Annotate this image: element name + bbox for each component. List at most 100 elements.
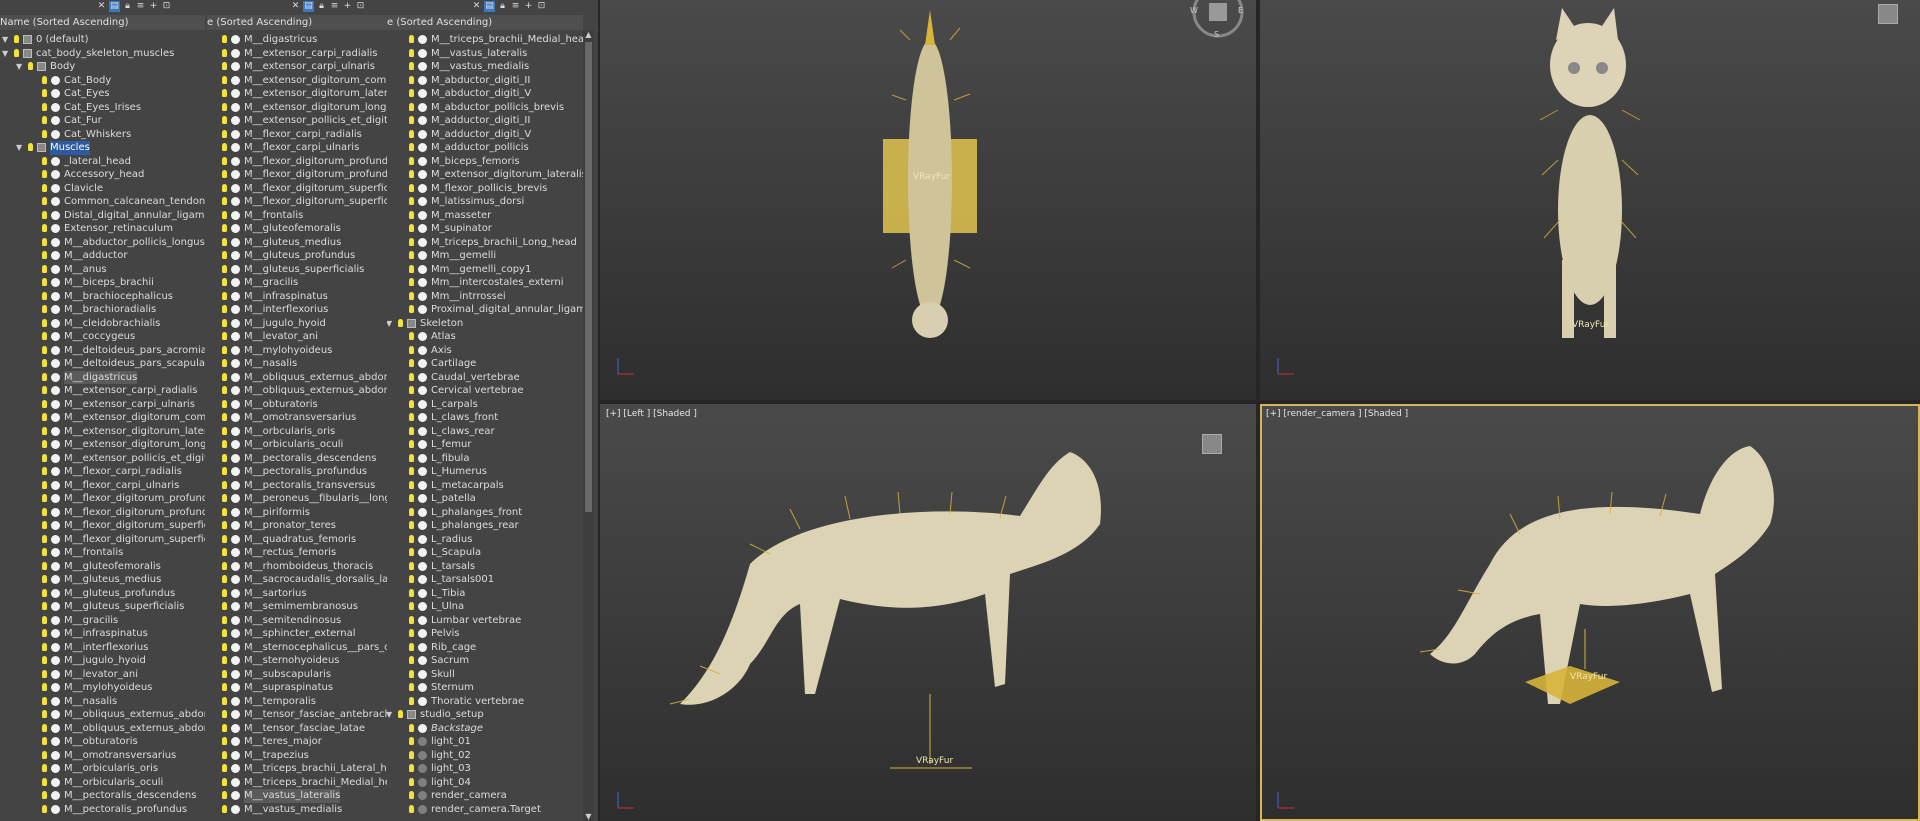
tree-row[interactable]: L_metacarpals — [387, 479, 583, 493]
visibility-bulb-icon[interactable] — [398, 710, 403, 718]
visibility-bulb-icon[interactable] — [42, 318, 47, 327]
visibility-bulb-icon[interactable] — [42, 642, 47, 651]
tree-row[interactable]: M__flexor_digitorum_profundus — [0, 492, 205, 506]
visibility-bulb-icon[interactable] — [409, 62, 414, 70]
visibility-bulb-icon[interactable] — [409, 723, 414, 732]
visibility-bulb-icon[interactable] — [222, 305, 227, 313]
layer-icon[interactable]: ≡ — [329, 1, 340, 12]
tree-row[interactable]: M__sternocephalicus__pars_oc — [207, 641, 387, 655]
tree-row[interactable]: M__gluteofemoralis — [207, 222, 387, 236]
visibility-bulb-icon[interactable] — [409, 656, 414, 664]
column-header[interactable]: e (Sorted Ascending) — [207, 15, 387, 30]
visibility-bulb-icon[interactable] — [409, 129, 414, 138]
tree-row[interactable]: M__nasalis — [0, 695, 205, 709]
tree-row[interactable]: M__tensor_fasciae_latae — [207, 722, 387, 736]
visibility-bulb-icon[interactable] — [409, 575, 414, 583]
visibility-bulb-icon[interactable] — [409, 48, 414, 57]
tree-row[interactable]: render_camera — [387, 789, 583, 803]
visibility-bulb-icon[interactable] — [409, 102, 414, 111]
visibility-bulb-icon[interactable] — [222, 791, 227, 799]
tree-row[interactable]: M_abductor_digiti_II — [387, 74, 583, 88]
tree-row[interactable]: M__biceps_brachii — [0, 276, 205, 290]
tree-row[interactable]: M__brachiocephalicus — [0, 290, 205, 304]
tree-row[interactable]: M__flexor_carpi_radialis — [207, 128, 387, 142]
tree-row[interactable]: Caudal_vertebrae — [387, 371, 583, 385]
tree-row[interactable]: Cat_Whiskers — [0, 128, 205, 142]
tree-row[interactable]: M_biceps_femoris — [387, 155, 583, 169]
visibility-bulb-icon[interactable] — [409, 35, 414, 43]
tree-row[interactable]: M__pronator_teres — [207, 519, 387, 533]
tree-row[interactable]: M__omotransversarius — [0, 749, 205, 763]
visibility-bulb-icon[interactable] — [409, 494, 414, 502]
visibility-bulb-icon[interactable] — [409, 764, 414, 772]
visibility-bulb-icon[interactable] — [42, 588, 47, 597]
visibility-bulb-icon[interactable] — [222, 737, 227, 745]
close-icon[interactable]: ✕ — [290, 1, 301, 12]
visibility-bulb-icon[interactable] — [409, 561, 414, 570]
visibility-bulb-icon[interactable] — [222, 453, 227, 462]
visibility-bulb-icon[interactable] — [222, 561, 227, 570]
tree-row[interactable]: Cat_Fur — [0, 114, 205, 128]
tree-row[interactable]: Rib_cage — [387, 641, 583, 655]
tree-row[interactable]: M__gracilis — [0, 614, 205, 628]
tree-row[interactable]: Mm__intercostales_externi — [387, 276, 583, 290]
visibility-bulb-icon[interactable] — [42, 507, 47, 516]
column-header[interactable]: e (Sorted Ascending) — [387, 15, 583, 30]
visibility-bulb-icon[interactable] — [222, 129, 227, 138]
tree-row[interactable]: L_Scapula — [387, 546, 583, 560]
visibility-bulb-icon[interactable] — [42, 656, 47, 664]
visibility-bulb-icon[interactable] — [42, 480, 47, 489]
visibility-bulb-icon[interactable] — [409, 750, 414, 759]
visibility-bulb-icon[interactable] — [409, 480, 414, 489]
viewport-left[interactable]: [+] [Left ] [Shaded ] VRayFur — [600, 404, 1256, 821]
visibility-bulb-icon[interactable] — [42, 669, 47, 678]
tree-row[interactable]: Axis — [387, 344, 583, 358]
visibility-bulb-icon[interactable] — [42, 210, 47, 219]
tree-row[interactable]: M__deltoideus_pars_scapularis1 — [0, 357, 205, 371]
tree-row[interactable]: M__extensor_digitorum_laterali — [207, 87, 387, 101]
tree-row[interactable]: M__extensor_carpi_radialis — [207, 47, 387, 61]
tree-row[interactable]: M__rectus_femoris — [207, 546, 387, 560]
tree-row[interactable]: M__extensor_digitorum_longus — [207, 101, 387, 115]
tree-row[interactable]: M_triceps_brachii_Long_head — [387, 236, 583, 250]
tree-group-row[interactable]: ▼ Skeleton — [387, 317, 583, 331]
tree-row[interactable]: M__obliquus_externus_abdomin — [0, 708, 205, 722]
tree-row[interactable]: Cervical vertebrae — [387, 384, 583, 398]
tree-row[interactable]: M__abductor_pollicis_longus — [0, 236, 205, 250]
visibility-bulb-icon[interactable] — [222, 156, 227, 165]
tree-row[interactable]: M__flexor_carpi_ulnaris — [0, 479, 205, 493]
tree-row[interactable]: L_carpals — [387, 398, 583, 412]
tree-row[interactable]: M__extensor_carpi_ulnaris — [0, 398, 205, 412]
tree-row[interactable]: M__triceps_brachii_Lateral_hea — [207, 762, 387, 776]
visibility-bulb-icon[interactable] — [42, 237, 47, 246]
tree-row[interactable]: M_abductor_digiti_V — [387, 87, 583, 101]
tree-row[interactable]: M__peroneus__fibularis__longu — [207, 492, 387, 506]
tree-row[interactable]: M__extensor_digitorum_commu — [207, 74, 387, 88]
visibility-bulb-icon[interactable] — [409, 804, 414, 813]
visibility-bulb-icon[interactable] — [409, 345, 414, 354]
visibility-bulb-icon[interactable] — [409, 89, 414, 97]
visibility-bulb-icon[interactable] — [409, 116, 414, 124]
visibility-bulb-icon[interactable] — [222, 480, 227, 489]
tree-row[interactable]: M__vastus_lateralis — [207, 789, 387, 803]
visibility-bulb-icon[interactable] — [222, 48, 227, 57]
tree-row[interactable]: Cat_Eyes — [0, 87, 205, 101]
visibility-bulb-icon[interactable] — [42, 696, 47, 705]
tree-row[interactable]: M__obliquus_externus_abdomi — [207, 371, 387, 385]
tree-row[interactable]: M__vastus_medialis — [207, 803, 387, 817]
visibility-bulb-icon[interactable] — [409, 170, 414, 178]
tree-row[interactable]: M__interflexorius — [0, 641, 205, 655]
tree-row[interactable]: M__obturatoris — [0, 735, 205, 749]
tree-row[interactable]: M_latissimus_dorsi — [387, 195, 583, 209]
tree-row[interactable]: Thoratic vertebrae — [387, 695, 583, 709]
visibility-bulb-icon[interactable] — [222, 75, 227, 84]
visibility-bulb-icon[interactable] — [222, 669, 227, 678]
visibility-bulb-icon[interactable] — [222, 102, 227, 111]
visibility-bulb-icon[interactable] — [409, 683, 414, 691]
visibility-bulb-icon[interactable] — [222, 359, 227, 367]
visibility-bulb-icon[interactable] — [42, 399, 47, 408]
tree-row[interactable]: Sternum — [387, 681, 583, 695]
visibility-bulb-icon[interactable] — [222, 170, 227, 178]
tree-row[interactable]: M__mylohyoideus — [207, 344, 387, 358]
tree-row[interactable]: M__vastus_medialis — [387, 60, 583, 74]
